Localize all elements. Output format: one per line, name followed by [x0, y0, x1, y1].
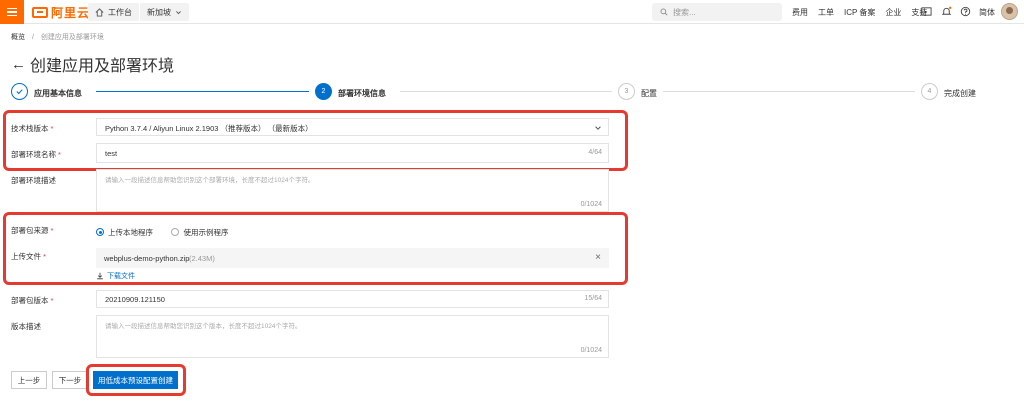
hamburger-menu-button[interactable]	[0, 0, 24, 24]
version-desc-label: 版本描述	[11, 322, 41, 331]
env-desc-counter: 0/1024	[580, 201, 602, 208]
terminal-icon[interactable]	[921, 6, 932, 17]
home-icon	[95, 7, 104, 17]
step-3-circle: 3	[618, 83, 635, 100]
step-3-number: 3	[624, 88, 629, 95]
search-icon	[660, 8, 668, 16]
search-input[interactable]: 搜索...	[652, 3, 782, 21]
step-4-label: 完成创建	[944, 89, 976, 98]
step-2-circle: 2	[315, 83, 332, 100]
breadcrumb-current: 创建应用及部署环境	[40, 34, 104, 41]
step-1-check-icon	[11, 83, 28, 100]
step-connector-2	[400, 91, 612, 92]
prev-step-button[interactable]: 上一步	[11, 371, 47, 389]
chevron-down-icon	[176, 10, 181, 14]
aliyun-logo[interactable]: 阿里云	[32, 5, 91, 20]
prev-step-label: 上一步	[17, 375, 41, 385]
breadcrumb: 概览 / 创建应用及部署环境	[11, 32, 104, 42]
help-icon[interactable]	[960, 6, 971, 17]
next-step-label: 下一步	[58, 375, 82, 385]
region-selector[interactable]: 新加坡	[140, 3, 189, 21]
pkg-version-value: 20210909.121150	[105, 295, 165, 304]
step-1-label: 应用基本信息	[34, 89, 82, 98]
page-title-text: 创建应用及部署环境	[30, 58, 175, 75]
region-label: 新加坡	[147, 7, 171, 17]
version-desc-placeholder: 请输入一段描述信息帮助您识别这个版本，长度不超过1024个字符。	[105, 323, 302, 330]
highlight-box-stack-env	[3, 110, 628, 171]
breadcrumb-separator: /	[31, 34, 34, 41]
breadcrumb-root-link[interactable]: 概览	[11, 34, 25, 41]
step-connector-3	[663, 91, 915, 92]
step-4-circle: 4	[921, 83, 938, 100]
step-2-number: 2	[321, 88, 326, 95]
env-desc-textarea[interactable]: 请输入一段描述信息帮助您识别这个部署环境，长度不超过1024个字符。 0/102…	[96, 169, 609, 212]
top-links: 费用 工单 ICP 备案 企业 支持	[792, 0, 937, 24]
step-3-label: 配置	[641, 89, 657, 98]
highlight-box-create-button	[86, 364, 186, 396]
link-icp[interactable]: ICP 备案	[844, 7, 875, 18]
workbench-button[interactable]: 工作台	[88, 3, 139, 21]
pkg-version-counter: 15/64	[584, 295, 602, 302]
top-navigation-bar: 阿里云 工作台 新加坡 搜索... 费用 工单 ICP 备案 企业 支持 简体	[0, 0, 1024, 24]
env-desc-placeholder: 请输入一段描述信息帮助您识别这个部署环境，长度不超过1024个字符。	[105, 177, 315, 184]
link-tickets[interactable]: 工单	[818, 7, 834, 18]
language-switch[interactable]: 简体	[979, 7, 995, 18]
pkg-version-input[interactable]: 20210909.121150 15/64	[96, 290, 609, 308]
user-avatar[interactable]	[1001, 3, 1018, 20]
link-billing[interactable]: 费用	[792, 7, 808, 18]
workbench-label: 工作台	[108, 7, 132, 17]
next-step-button[interactable]: 下一步	[52, 371, 88, 389]
step-4-number: 4	[927, 88, 932, 95]
link-enterprise[interactable]: 企业	[885, 7, 901, 18]
highlight-box-source-upload	[3, 212, 628, 285]
env-desc-label: 部署环境描述	[11, 176, 56, 185]
search-placeholder: 搜索...	[673, 7, 696, 17]
version-desc-textarea[interactable]: 请输入一段描述信息帮助您识别这个版本，长度不超过1024个字符。 0/1024	[96, 315, 609, 358]
back-arrow-icon[interactable]: ←	[11, 56, 26, 73]
pkg-version-label: 部署包版本 *	[11, 296, 54, 305]
notification-bell-icon[interactable]	[941, 6, 952, 17]
brand-name: 阿里云	[51, 5, 91, 20]
step-2-label: 部署环境信息	[338, 89, 386, 98]
page-title: ← 创建应用及部署环境	[11, 52, 174, 76]
step-connector-1	[96, 91, 309, 92]
version-desc-counter: 0/1024	[580, 347, 602, 354]
step-indicator: 应用基本信息 2 部署环境信息 3 配置 4 完成创建	[11, 83, 1011, 103]
aliyun-logo-mark-icon	[32, 6, 48, 18]
